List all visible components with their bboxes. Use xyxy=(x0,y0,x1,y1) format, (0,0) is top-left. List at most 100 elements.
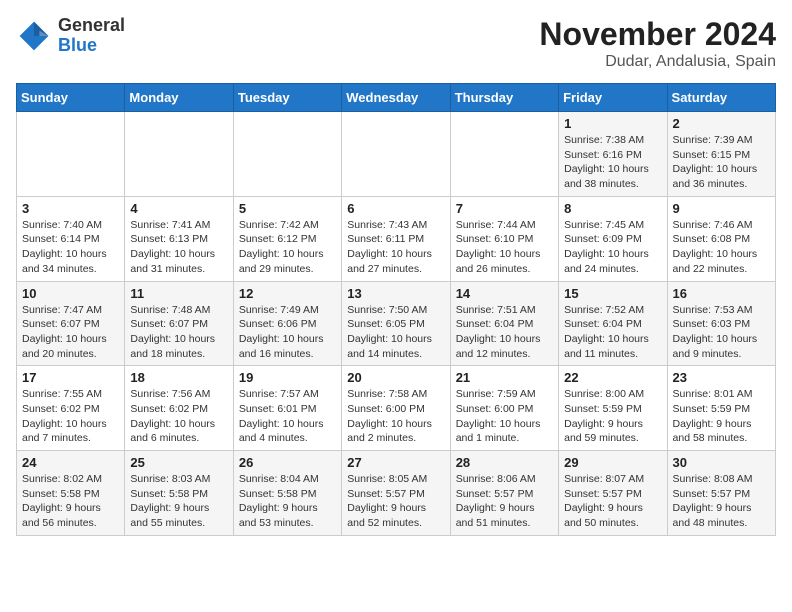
day-info: Sunrise: 7:56 AM Sunset: 6:02 PM Dayligh… xyxy=(130,387,227,446)
day-info: Sunrise: 7:48 AM Sunset: 6:07 PM Dayligh… xyxy=(130,303,227,362)
day-info: Sunrise: 7:45 AM Sunset: 6:09 PM Dayligh… xyxy=(564,218,661,277)
day-header-thursday: Thursday xyxy=(450,84,558,112)
calendar-table: SundayMondayTuesdayWednesdayThursdayFrid… xyxy=(16,83,776,536)
day-number: 22 xyxy=(564,370,661,385)
calendar-cell: 15 Sunrise: 7:52 AM Sunset: 6:04 PM Dayli… xyxy=(559,281,667,366)
day-number: 19 xyxy=(239,370,336,385)
day-number: 24 xyxy=(22,455,119,470)
day-number: 6 xyxy=(347,201,444,216)
calendar-cell xyxy=(233,112,341,197)
calendar-cell: 17 Sunrise: 7:55 AM Sunset: 6:02 PM Dayli… xyxy=(17,366,125,451)
day-info: Sunrise: 8:08 AM Sunset: 5:57 PM Dayligh… xyxy=(673,472,770,531)
day-info: Sunrise: 8:03 AM Sunset: 5:58 PM Dayligh… xyxy=(130,472,227,531)
calendar-cell: 12 Sunrise: 7:49 AM Sunset: 6:06 PM Dayli… xyxy=(233,281,341,366)
calendar-cell: 27 Sunrise: 8:05 AM Sunset: 5:57 PM Dayli… xyxy=(342,451,450,536)
day-number: 12 xyxy=(239,286,336,301)
day-number: 5 xyxy=(239,201,336,216)
day-number: 23 xyxy=(673,370,770,385)
logo: General Blue xyxy=(16,16,125,56)
day-info: Sunrise: 8:07 AM Sunset: 5:57 PM Dayligh… xyxy=(564,472,661,531)
day-number: 16 xyxy=(673,286,770,301)
day-info: Sunrise: 8:02 AM Sunset: 5:58 PM Dayligh… xyxy=(22,472,119,531)
calendar-cell: 30 Sunrise: 8:08 AM Sunset: 5:57 PM Dayli… xyxy=(667,451,775,536)
logo-icon xyxy=(16,18,52,54)
day-info: Sunrise: 8:05 AM Sunset: 5:57 PM Dayligh… xyxy=(347,472,444,531)
calendar-cell: 29 Sunrise: 8:07 AM Sunset: 5:57 PM Dayli… xyxy=(559,451,667,536)
day-info: Sunrise: 7:53 AM Sunset: 6:03 PM Dayligh… xyxy=(673,303,770,362)
location: Dudar, Andalusia, Spain xyxy=(539,53,776,71)
calendar-cell: 14 Sunrise: 7:51 AM Sunset: 6:04 PM Dayli… xyxy=(450,281,558,366)
day-info: Sunrise: 7:46 AM Sunset: 6:08 PM Dayligh… xyxy=(673,218,770,277)
day-header-wednesday: Wednesday xyxy=(342,84,450,112)
day-number: 11 xyxy=(130,286,227,301)
day-number: 25 xyxy=(130,455,227,470)
day-info: Sunrise: 8:06 AM Sunset: 5:57 PM Dayligh… xyxy=(456,472,553,531)
calendar-cell: 10 Sunrise: 7:47 AM Sunset: 6:07 PM Dayli… xyxy=(17,281,125,366)
calendar-cell: 25 Sunrise: 8:03 AM Sunset: 5:58 PM Dayli… xyxy=(125,451,233,536)
day-number: 3 xyxy=(22,201,119,216)
day-number: 27 xyxy=(347,455,444,470)
day-info: Sunrise: 7:42 AM Sunset: 6:12 PM Dayligh… xyxy=(239,218,336,277)
day-info: Sunrise: 7:52 AM Sunset: 6:04 PM Dayligh… xyxy=(564,303,661,362)
day-info: Sunrise: 7:49 AM Sunset: 6:06 PM Dayligh… xyxy=(239,303,336,362)
calendar-cell xyxy=(17,112,125,197)
calendar-cell: 18 Sunrise: 7:56 AM Sunset: 6:02 PM Dayli… xyxy=(125,366,233,451)
day-number: 7 xyxy=(456,201,553,216)
day-header-sunday: Sunday xyxy=(17,84,125,112)
calendar-week-2: 3 Sunrise: 7:40 AM Sunset: 6:14 PM Daylig… xyxy=(17,196,776,281)
day-header-monday: Monday xyxy=(125,84,233,112)
calendar-cell: 20 Sunrise: 7:58 AM Sunset: 6:00 PM Dayli… xyxy=(342,366,450,451)
calendar-cell xyxy=(125,112,233,197)
calendar-cell: 4Sunrise: 7:41 AM Sunset: 6:13 PM Daylig… xyxy=(125,196,233,281)
day-number: 9 xyxy=(673,201,770,216)
day-number: 28 xyxy=(456,455,553,470)
calendar-cell: 16 Sunrise: 7:53 AM Sunset: 6:03 PM Dayli… xyxy=(667,281,775,366)
day-number: 29 xyxy=(564,455,661,470)
calendar-week-1: 1Sunrise: 7:38 AM Sunset: 6:16 PM Daylig… xyxy=(17,112,776,197)
day-info: Sunrise: 7:43 AM Sunset: 6:11 PM Dayligh… xyxy=(347,218,444,277)
day-info: Sunrise: 7:58 AM Sunset: 6:00 PM Dayligh… xyxy=(347,387,444,446)
calendar-cell: 28 Sunrise: 8:06 AM Sunset: 5:57 PM Dayli… xyxy=(450,451,558,536)
day-info: Sunrise: 7:59 AM Sunset: 6:00 PM Dayligh… xyxy=(456,387,553,446)
day-info: Sunrise: 7:44 AM Sunset: 6:10 PM Dayligh… xyxy=(456,218,553,277)
day-info: Sunrise: 7:40 AM Sunset: 6:14 PM Dayligh… xyxy=(22,218,119,277)
calendar-week-3: 10 Sunrise: 7:47 AM Sunset: 6:07 PM Dayli… xyxy=(17,281,776,366)
day-number: 20 xyxy=(347,370,444,385)
day-number: 2 xyxy=(673,116,770,131)
day-number: 14 xyxy=(456,286,553,301)
day-info: Sunrise: 7:47 AM Sunset: 6:07 PM Dayligh… xyxy=(22,303,119,362)
title-block: November 2024 Dudar, Andalusia, Spain xyxy=(539,16,776,71)
day-number: 4 xyxy=(130,201,227,216)
calendar-cell: 1Sunrise: 7:38 AM Sunset: 6:16 PM Daylig… xyxy=(559,112,667,197)
day-number: 13 xyxy=(347,286,444,301)
calendar-cell: 5 Sunrise: 7:42 AM Sunset: 6:12 PM Daylig… xyxy=(233,196,341,281)
day-number: 17 xyxy=(22,370,119,385)
calendar-week-5: 24 Sunrise: 8:02 AM Sunset: 5:58 PM Dayli… xyxy=(17,451,776,536)
day-header-friday: Friday xyxy=(559,84,667,112)
day-info: Sunrise: 7:55 AM Sunset: 6:02 PM Dayligh… xyxy=(22,387,119,446)
calendar-cell xyxy=(342,112,450,197)
calendar-cell: 23Sunrise: 8:01 AM Sunset: 5:59 PM Dayli… xyxy=(667,366,775,451)
day-number: 10 xyxy=(22,286,119,301)
calendar-cell: 6 Sunrise: 7:43 AM Sunset: 6:11 PM Daylig… xyxy=(342,196,450,281)
calendar-week-4: 17 Sunrise: 7:55 AM Sunset: 6:02 PM Dayli… xyxy=(17,366,776,451)
day-header-tuesday: Tuesday xyxy=(233,84,341,112)
calendar-cell: 9 Sunrise: 7:46 AM Sunset: 6:08 PM Daylig… xyxy=(667,196,775,281)
calendar-cell: 7 Sunrise: 7:44 AM Sunset: 6:10 PM Daylig… xyxy=(450,196,558,281)
day-number: 26 xyxy=(239,455,336,470)
day-number: 30 xyxy=(673,455,770,470)
day-number: 15 xyxy=(564,286,661,301)
calendar-cell: 11 Sunrise: 7:48 AM Sunset: 6:07 PM Dayli… xyxy=(125,281,233,366)
month-title: November 2024 xyxy=(539,16,776,53)
day-info: Sunrise: 8:04 AM Sunset: 5:58 PM Dayligh… xyxy=(239,472,336,531)
day-number: 1 xyxy=(564,116,661,131)
day-number: 18 xyxy=(130,370,227,385)
calendar-cell: 13Sunrise: 7:50 AM Sunset: 6:05 PM Dayli… xyxy=(342,281,450,366)
calendar-cell: 22 Sunrise: 8:00 AM Sunset: 5:59 PM Dayli… xyxy=(559,366,667,451)
calendar-cell: 2Sunrise: 7:39 AM Sunset: 6:15 PM Daylig… xyxy=(667,112,775,197)
day-info: Sunrise: 7:57 AM Sunset: 6:01 PM Dayligh… xyxy=(239,387,336,446)
day-info: Sunrise: 8:00 AM Sunset: 5:59 PM Dayligh… xyxy=(564,387,661,446)
calendar-cell xyxy=(450,112,558,197)
calendar-cell: 24 Sunrise: 8:02 AM Sunset: 5:58 PM Dayli… xyxy=(17,451,125,536)
day-info: Sunrise: 7:51 AM Sunset: 6:04 PM Dayligh… xyxy=(456,303,553,362)
